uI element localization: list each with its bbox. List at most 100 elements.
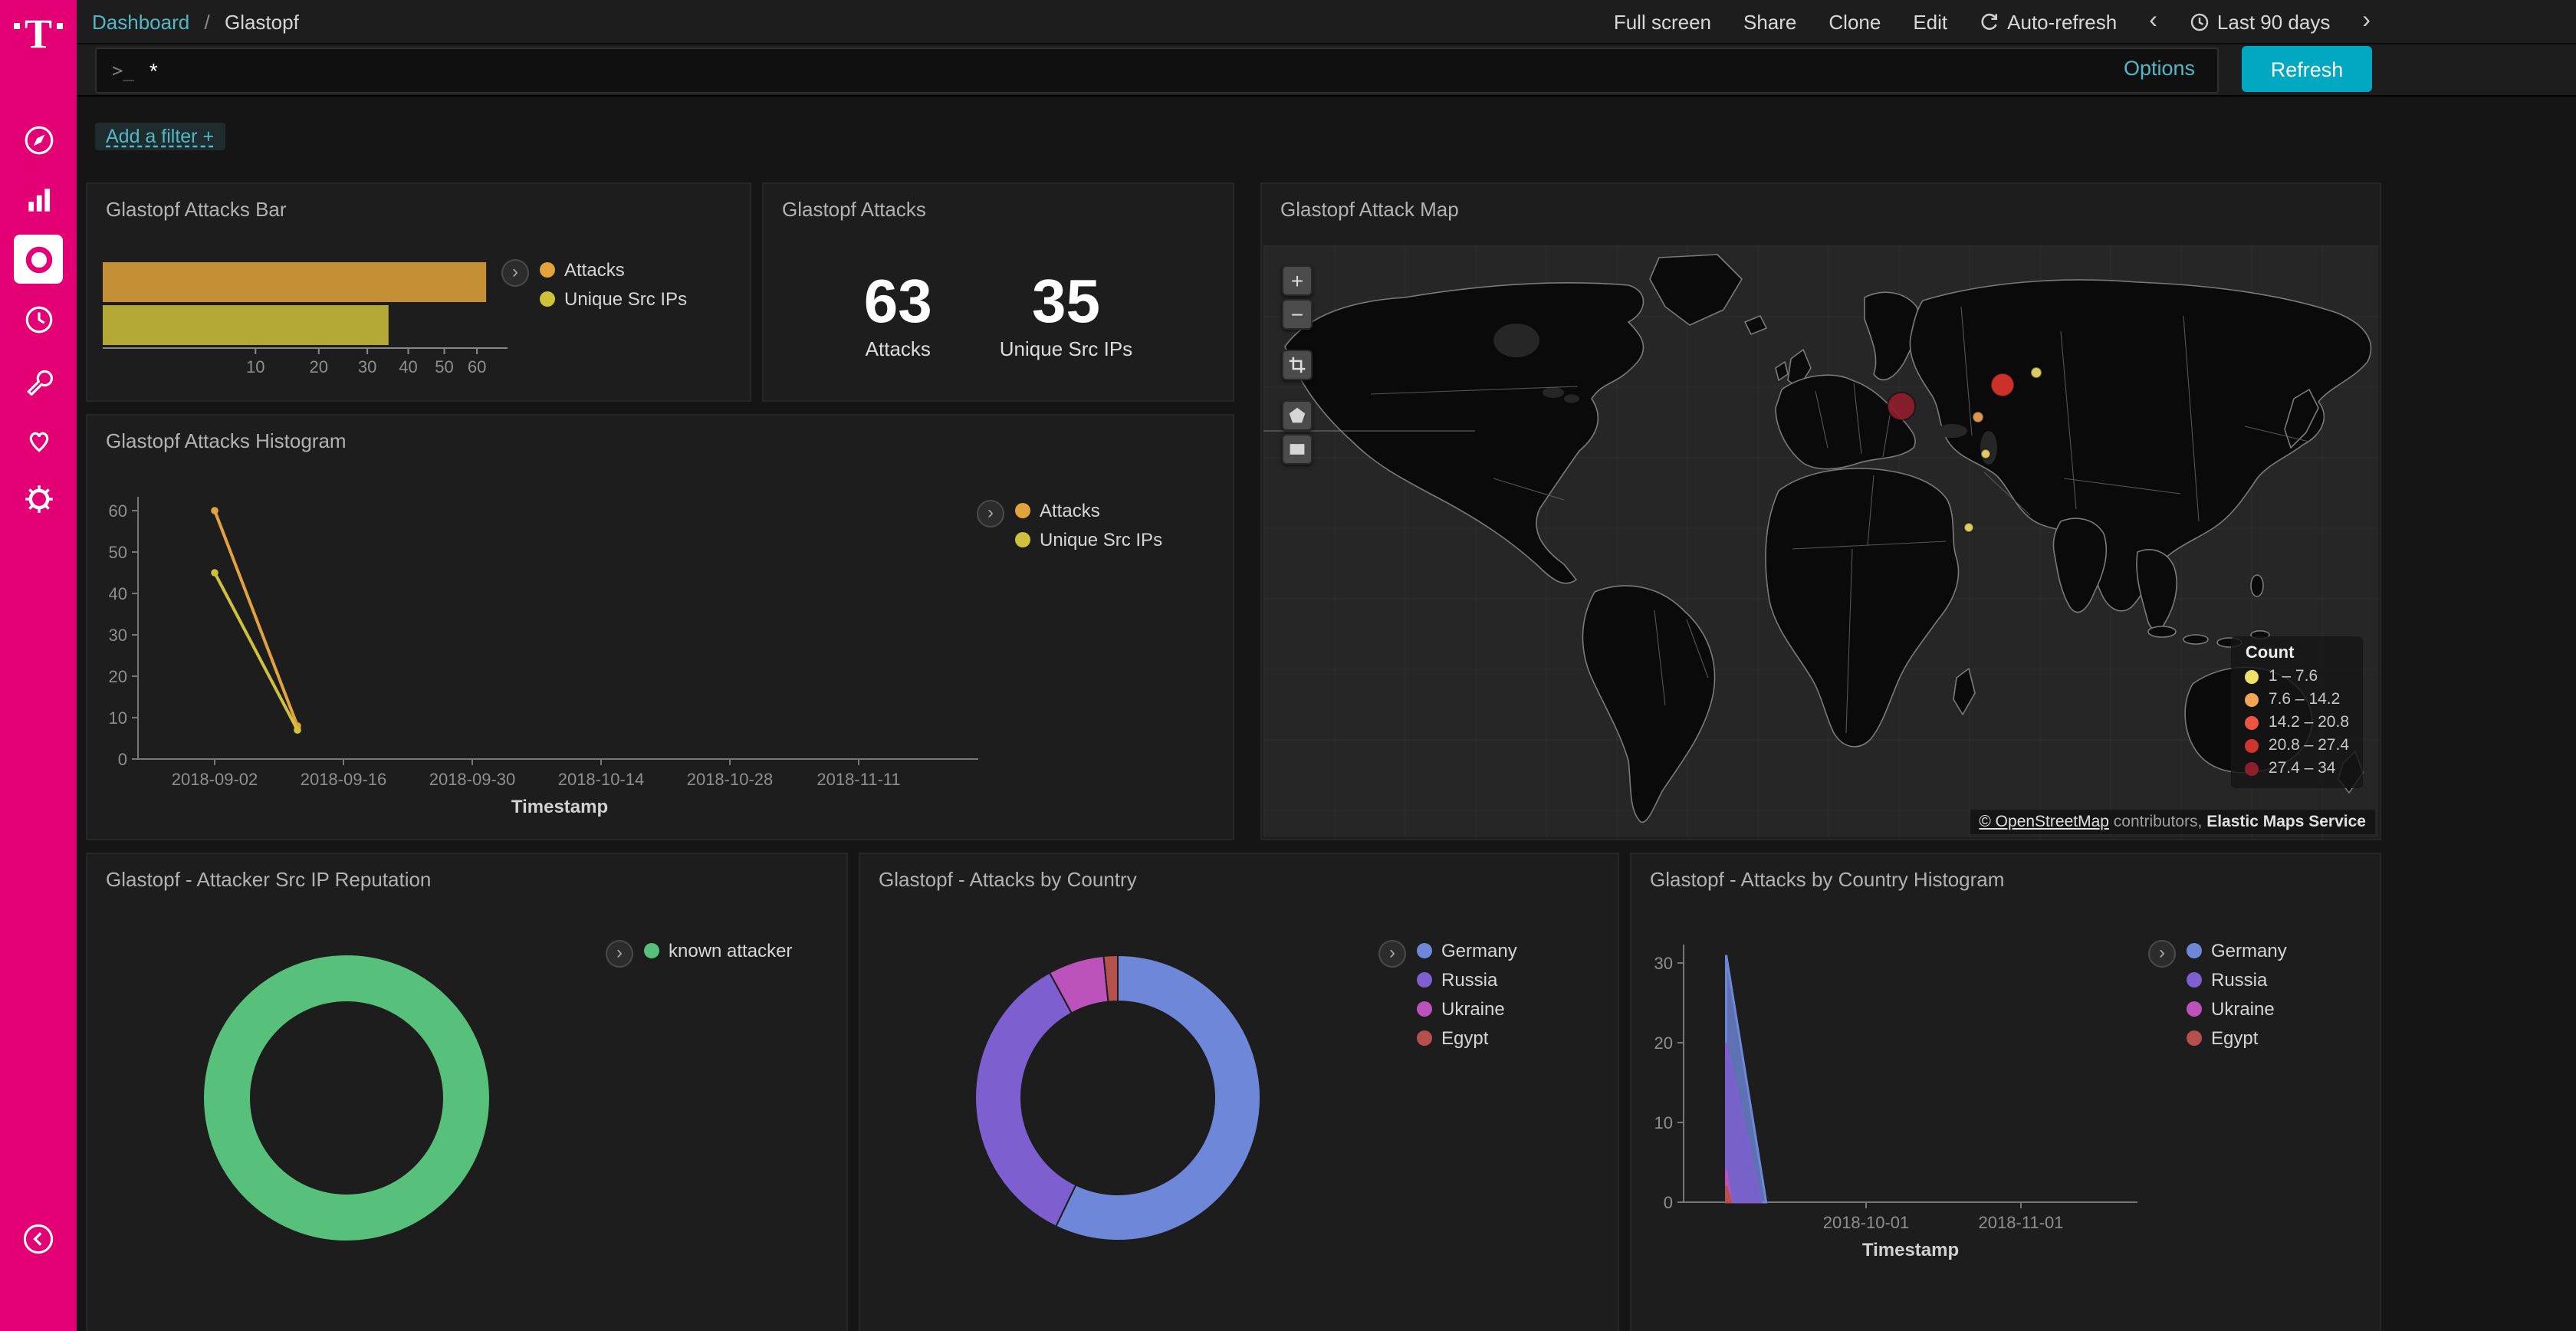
map-controls: + − [1282,265,1313,465]
collapse-nav-icon [21,1222,55,1256]
legend-item-Ukraine[interactable]: Ukraine [2187,998,2287,1020]
line-point[interactable] [211,569,219,577]
logo-dot-left [14,23,20,29]
map-attack-point[interactable] [1888,393,1915,420]
share-button[interactable]: Share [1743,10,1796,33]
breadcrumb: Dashboard / Glastopf [92,10,299,33]
map-fit-bounds-button[interactable] [1282,350,1313,380]
panel-attacks-bar: Glastopf Attacks Bar 102030405060 ›Attac… [86,182,751,402]
legend-item-Egypt[interactable]: Egypt [2187,1027,2287,1049]
telekom-logo[interactable]: T [0,0,77,100]
map-legend-range: 1 – 7.6 [2246,667,2349,685]
legend-item-Germany[interactable]: Germany [2187,940,2287,961]
clone-button[interactable]: Clone [1829,10,1881,33]
map-attack-point[interactable] [1973,412,1983,422]
line-point[interactable] [294,726,301,734]
map-legend-title: Count [2246,644,2349,662]
legend-item-Unique Src IPs[interactable]: Unique Src IPs [540,288,687,310]
sidebar-collapse-button[interactable] [14,1214,63,1264]
time-picker-button[interactable]: Last 90 days [2190,10,2330,33]
sidebar-item-discover[interactable] [14,115,63,164]
logo-letter: T [25,14,52,54]
sidebar-item-monitoring[interactable] [14,414,63,463]
kibana-dashboard-screen: T [0,0,2576,1331]
metric-attacks: 63 Attacks [864,270,932,360]
chart-legend: › known attacker [606,940,792,969]
gear-icon [22,482,54,514]
legend-item-Attacks[interactable]: Attacks [540,259,687,281]
legend-toggle-icon[interactable]: › [501,259,529,287]
legend-toggle-icon[interactable]: › [1378,940,1406,968]
legend-color-dot [644,943,659,958]
refresh-button[interactable]: Refresh [2242,46,2372,92]
sidebar-item-dev-tools[interactable] [14,354,63,403]
legend-item-Attacks[interactable]: Attacks [1015,500,1162,521]
legend-toggle-icon[interactable]: › [977,500,1004,527]
line-Unique Src IPs[interactable] [215,573,297,730]
map-attribution: © OpenStreetMap contributors, Elastic Ma… [1970,810,2375,834]
attacks-line-chart: 01020304050602018-09-022018-09-162018-09… [87,485,1069,840]
svg-text:50: 50 [435,357,453,376]
map-zoom-in-button[interactable]: + [1282,265,1313,296]
svg-text:60: 60 [109,501,127,521]
compass-icon [22,123,54,156]
map-attack-point[interactable] [1981,449,1990,458]
line-Attacks[interactable] [215,511,297,726]
svg-text:40: 40 [109,584,127,603]
map-zoom-out-button[interactable]: − [1282,299,1313,330]
time-back-chevron[interactable]: ‹ [2149,9,2157,34]
map-legend: Count 1 – 7.67.6 – 14.214.2 – 20.820.8 –… [2232,636,2363,788]
app-sidebar: T [0,0,77,1331]
svg-text:60: 60 [468,357,486,376]
auto-refresh-button[interactable]: Auto-refresh [1980,10,2117,33]
breadcrumb-current: Glastopf [225,10,299,33]
map-attack-point[interactable] [1991,373,2014,396]
legend-item-Russia[interactable]: Russia [2187,969,2287,991]
svg-text:0: 0 [118,750,127,769]
legend-toggle-icon[interactable]: › [606,940,633,968]
refresh-cycle-icon [1980,12,1999,31]
sidebar-item-management[interactable] [14,474,63,523]
attacks-bar-chart: 102030405060 [103,261,547,396]
world-map [1263,245,2378,837]
sidebar-item-timelion[interactable] [14,294,63,343]
legend-color-dot [540,262,555,278]
time-forward-chevron[interactable]: › [2362,9,2371,34]
donut-slice-Russia[interactable] [975,973,1076,1227]
legend-color-dot [2246,692,2259,706]
legend-item-Germany[interactable]: Germany [1417,940,1517,961]
sidebar-item-visualize[interactable] [14,175,63,224]
legend-color-dot [2187,943,2202,958]
legend-item-Unique Src IPs[interactable]: Unique Src IPs [1015,529,1162,550]
add-filter-link[interactable]: Add a filter + [95,123,225,150]
elastic-maps-link[interactable]: Elastic Maps Service [2206,813,2366,831]
map-attack-point[interactable] [1964,523,1973,532]
breadcrumb-dashboard-link[interactable]: Dashboard [92,10,189,33]
panel-title: Glastopf - Attacks by Country Histogram [1631,854,2380,897]
legend-item-known attacker[interactable]: known attacker [644,940,792,961]
chart-legend: › Germany Russia Ukraine Egypt [2148,940,2287,1057]
rectangle-icon [1288,440,1306,458]
legend-color-dot [2246,715,2259,729]
full-screen-button[interactable]: Full screen [1614,10,1711,33]
search-query-input[interactable] [146,57,2217,84]
line-point[interactable] [211,507,219,514]
svg-text:Timestamp: Timestamp [511,797,608,817]
query-options-link[interactable]: Options [2124,57,2195,80]
sidebar-item-dashboard[interactable] [14,235,63,284]
legend-item-Egypt[interactable]: Egypt [1417,1027,1517,1049]
edit-button[interactable]: Edit [1913,10,1947,33]
panel-attacks-metric: Glastopf Attacks 63 Attacks 35 Unique Sr… [762,182,1234,402]
legend-toggle-icon[interactable]: › [2148,940,2176,968]
bar-Attacks[interactable] [103,262,486,302]
world-map-canvas[interactable]: + − [1263,245,2378,837]
map-rectangle-select-button[interactable] [1282,434,1313,465]
bar-Unique Src IPs[interactable] [103,305,389,345]
openstreetmap-link[interactable]: © OpenStreetMap [1979,813,2109,831]
donut-slice-known attacker[interactable] [227,978,466,1218]
legend-item-Russia[interactable]: Russia [1417,969,1517,991]
map-polygon-select-button[interactable] [1282,400,1313,431]
metric-value: 63 [864,270,932,334]
legend-item-Ukraine[interactable]: Ukraine [1417,998,1517,1020]
map-attack-point[interactable] [2031,367,2042,378]
